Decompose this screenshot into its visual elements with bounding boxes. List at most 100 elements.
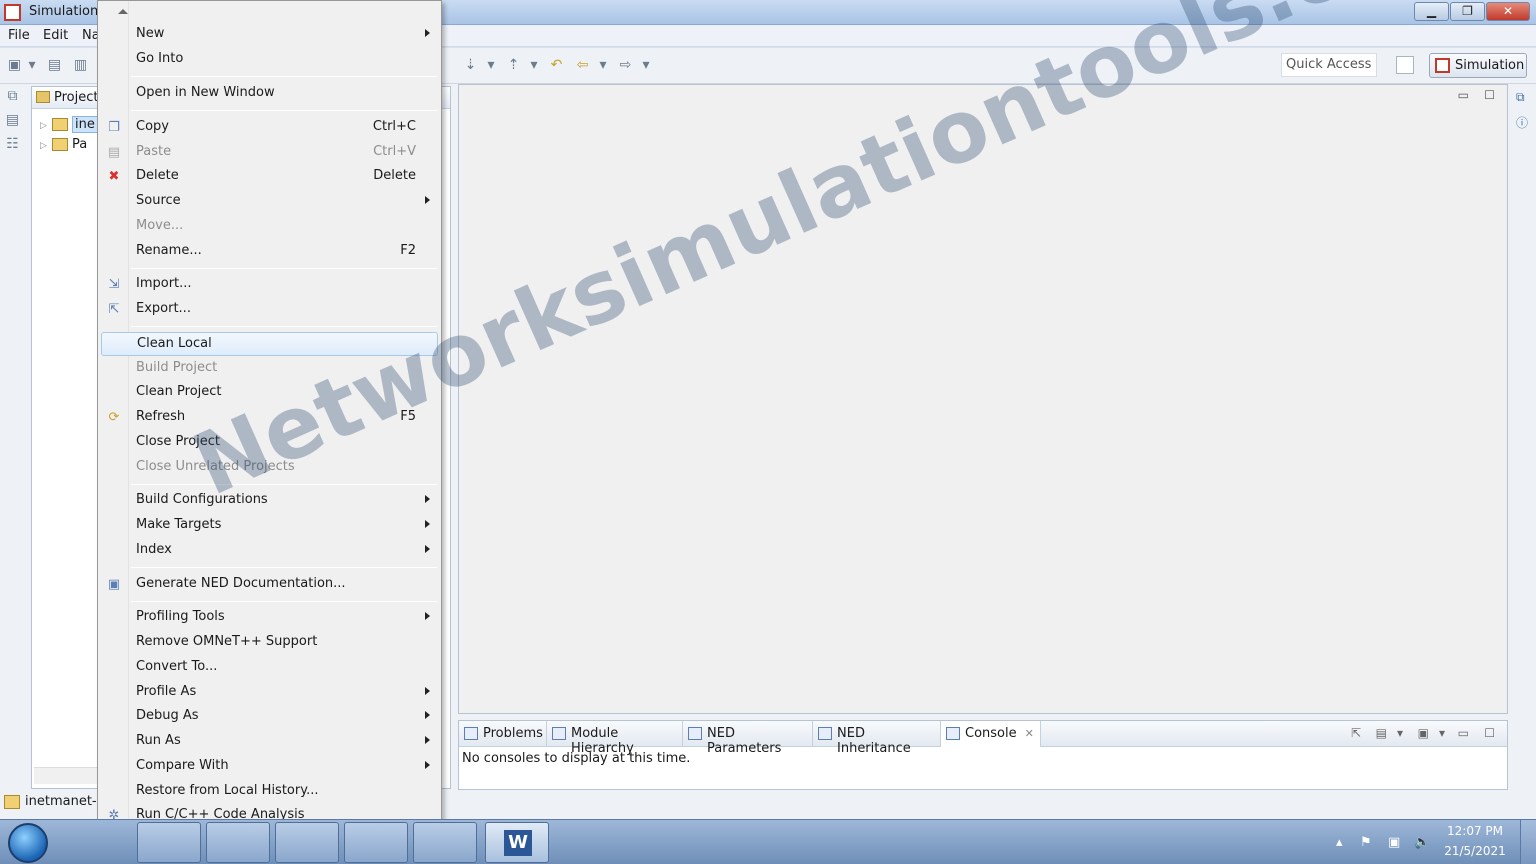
volume-icon[interactable]: 🔈 (1414, 835, 1430, 850)
menu-item-debug-as[interactable]: Debug As (101, 705, 438, 729)
menu-item-paste[interactable]: ▤ Paste Ctrl+V (101, 141, 438, 165)
expand-icon[interactable]: ▷ (40, 121, 52, 131)
menu-edit[interactable]: Edit (43, 28, 68, 43)
menu-item-run-as[interactable]: Run As (101, 730, 438, 754)
pin-console-icon[interactable]: ⇱ (1351, 726, 1361, 740)
restore-icon[interactable]: ⧉ (1516, 90, 1525, 105)
menu-separator (131, 484, 437, 485)
menu-item-import[interactable]: ⇲ Import... (101, 273, 438, 297)
project-explorer-tab-label: Project (54, 90, 99, 105)
start-button[interactable] (8, 823, 48, 863)
dropdown-icon[interactable]: ▾ (529, 57, 539, 73)
save-all-icon[interactable]: ▥ (72, 57, 89, 73)
open-perspective-icon[interactable] (1396, 56, 1414, 74)
simulation-perspective-button[interactable]: Simulation (1429, 53, 1527, 78)
show-desktop-button[interactable] (1520, 820, 1536, 864)
minimize-view-icon[interactable]: ▭ (1458, 726, 1469, 740)
tab-module-hierarchy[interactable]: Module Hierarchy (547, 721, 683, 756)
tree-item[interactable]: ▷ ine (40, 116, 98, 133)
menu-item-close-unrelated-projects[interactable]: Close Unrelated Projects (101, 456, 438, 480)
menu-item-delete[interactable]: ✖ Delete Delete (101, 165, 438, 189)
minimize-view-icon[interactable]: ▭ (1458, 88, 1469, 102)
close-tab-icon[interactable]: ✕ (1025, 727, 1034, 740)
menu-item-copy[interactable]: ❐ Copy Ctrl+C (101, 116, 438, 140)
expand-icon[interactable]: ▷ (40, 141, 52, 151)
menu-file[interactable]: File (8, 28, 30, 43)
new-wizard-icon[interactable]: ▣ (6, 57, 23, 73)
last-edit-icon[interactable]: ↶ (548, 57, 565, 73)
menu-item-label: Copy (136, 119, 169, 134)
dropdown-icon[interactable]: ▾ (1439, 726, 1445, 740)
tab-problems[interactable]: Problems (459, 721, 547, 747)
taskbar-app-omnetpp[interactable] (413, 822, 477, 863)
menu-item-generate-ned-documentation[interactable]: ▣ Generate NED Documentation... (101, 573, 438, 597)
open-console-icon[interactable]: ▣ (1418, 726, 1429, 740)
menu-item-compare-with[interactable]: Compare With (101, 755, 438, 779)
menu-item-new[interactable]: New (101, 23, 438, 47)
scroll-up-icon[interactable] (118, 9, 128, 14)
menu-item-index[interactable]: Index (101, 539, 438, 563)
console-view: Problems Module Hierarchy NED Parameters… (458, 720, 1508, 790)
clock-time[interactable]: 12:07 PM (1440, 824, 1510, 838)
outline-view-icon[interactable]: ▤ (4, 112, 21, 128)
save-icon[interactable]: ▤ (46, 57, 63, 73)
menu-item-clean-project[interactable]: Clean Project (101, 381, 438, 405)
menu-item-rename[interactable]: Rename... F2 (101, 240, 438, 264)
restore-button[interactable]: ❐ (1450, 2, 1485, 21)
menu-item-profiling-tools[interactable]: Profiling Tools (101, 606, 438, 630)
menu-item-label: Rename... (136, 243, 202, 258)
back-icon[interactable]: ⇦ (574, 57, 591, 73)
taskbar-app-word[interactable]: W (485, 822, 549, 863)
maximize-view-icon[interactable]: ☐ (1484, 726, 1495, 740)
menu-item-label: Remove OMNeT++ Support (136, 634, 318, 649)
dropdown-icon[interactable]: ▾ (598, 57, 608, 73)
minimize-button[interactable]: ▁ (1414, 2, 1449, 21)
dropdown-icon[interactable]: ▾ (641, 57, 651, 73)
tab-ned-inheritance[interactable]: NED Inheritance (813, 721, 941, 756)
help-icon[interactable]: ⓘ (1516, 114, 1528, 131)
network-icon[interactable]: ▣ (1388, 835, 1400, 850)
menu-item-move[interactable]: Move... (101, 215, 438, 239)
menu-item-close-project[interactable]: Close Project (101, 431, 438, 455)
dropdown-icon[interactable]: ▾ (486, 57, 496, 73)
clock-date[interactable]: 21/5/2021 (1440, 844, 1510, 858)
menu-item-label: Make Targets (136, 517, 222, 532)
menu-item-clean-local[interactable]: Clean Local (101, 332, 438, 356)
menu-item-export[interactable]: ⇱ Export... (101, 298, 438, 322)
next-annotation-icon[interactable]: ⇣ (462, 57, 479, 73)
menu-item-open-in-new-window[interactable]: Open in New Window (101, 82, 438, 106)
restore-icon[interactable]: ⧉ (4, 88, 21, 104)
taskbar-app-explorer[interactable] (137, 822, 201, 863)
quick-access-input[interactable]: Quick Access (1281, 53, 1377, 77)
close-button[interactable]: ✕ (1486, 2, 1530, 21)
menu-item-refresh[interactable]: ⟳ Refresh F5 (101, 406, 438, 430)
prev-annotation-icon[interactable]: ⇡ (505, 57, 522, 73)
tab-label: Console (965, 726, 1017, 741)
tree-item-label: Pa (72, 137, 88, 152)
taskbar-app-tools[interactable] (275, 822, 339, 863)
menu-item-profile-as[interactable]: Profile As (101, 681, 438, 705)
display-console-icon[interactable]: ▤ (1376, 726, 1387, 740)
taskbar-app-media[interactable] (206, 822, 270, 863)
menu-item-convert-to[interactable]: Convert To... (101, 656, 438, 680)
show-hidden-icons-icon[interactable]: ▴ (1336, 835, 1343, 850)
forward-icon[interactable]: ⇨ (617, 57, 634, 73)
taskbar-app-archive[interactable] (344, 822, 408, 863)
dropdown-icon[interactable]: ▾ (27, 57, 37, 73)
menu-item-label: Go Into (136, 51, 184, 66)
maximize-view-icon[interactable]: ☐ (1484, 88, 1495, 102)
tab-ned-parameters[interactable]: NED Parameters (683, 721, 813, 756)
menu-item-label: Clean Project (136, 384, 222, 399)
menu-item-restore-from-local-history[interactable]: Restore from Local History... (101, 780, 438, 804)
menu-item-build-configurations[interactable]: Build Configurations (101, 489, 438, 513)
tree-item[interactable]: ▷ Pa (40, 137, 87, 152)
action-center-flag-icon[interactable]: ⚑ (1360, 835, 1372, 850)
tab-console[interactable]: Console ✕ (941, 721, 1041, 747)
menu-item-make-targets[interactable]: Make Targets (101, 514, 438, 538)
menu-item-build-project[interactable]: Build Project (101, 357, 438, 381)
menu-item-remove-omnetpp-support[interactable]: Remove OMNeT++ Support (101, 631, 438, 655)
hierarchy-view-icon[interactable]: ☷ (4, 136, 21, 152)
dropdown-icon[interactable]: ▾ (1397, 726, 1403, 740)
menu-item-go-into[interactable]: Go Into (101, 48, 438, 72)
menu-item-source[interactable]: Source (101, 190, 438, 214)
